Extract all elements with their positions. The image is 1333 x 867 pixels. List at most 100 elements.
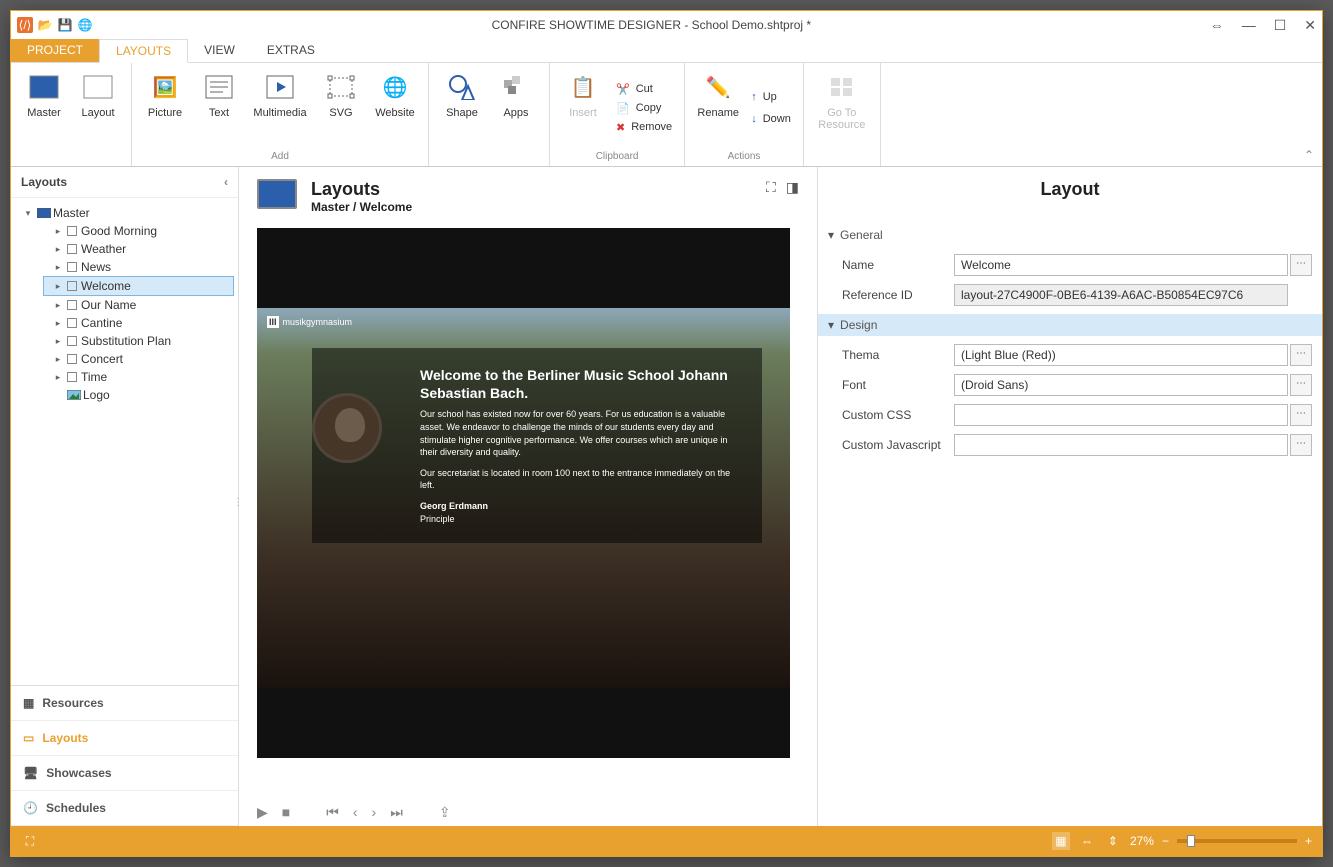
tree-root-master[interactable]: ▾ Master (15, 204, 234, 222)
tab-view[interactable]: VIEW (188, 39, 251, 62)
stop-icon[interactable]: ■ (282, 804, 290, 820)
ribbon-copy[interactable]: 📄Copy (612, 100, 676, 117)
tree-item-welcome[interactable]: ▸Welcome (43, 276, 234, 296)
checkbox-icon[interactable] (67, 372, 77, 382)
label-ref: Reference ID (842, 288, 954, 302)
status-grid-icon[interactable]: ▦ (1052, 832, 1070, 850)
tree-item-cantine[interactable]: ▸Cantine (43, 314, 234, 332)
first-icon[interactable]: ⏮ (326, 804, 339, 821)
ribbon-remove[interactable]: ✖Remove (612, 119, 676, 136)
ribbon-picture[interactable]: 🖼️Picture (140, 67, 190, 149)
ribbon-cut[interactable]: ✂️Cut (612, 81, 676, 98)
ribbon-master[interactable]: Master (19, 67, 69, 149)
ribbon-apps[interactable]: Apps (491, 67, 541, 149)
expand-icon[interactable]: ▸ (53, 318, 63, 329)
name-more-button[interactable]: ⋯ (1290, 254, 1312, 276)
maximize-icon[interactable]: ☐ (1274, 17, 1287, 34)
scene-p1: Our school has existed now for over 60 y… (420, 408, 744, 458)
ribbon-collapse-icon[interactable]: ⌃ (1304, 148, 1314, 162)
sidebar-collapse-icon[interactable]: ‹ (224, 175, 228, 189)
expand-icon[interactable]: ▸ (53, 354, 63, 365)
css-more-button[interactable]: ⋯ (1290, 404, 1312, 426)
checkbox-icon[interactable] (67, 336, 77, 346)
tree-item-weather[interactable]: ▸Weather (43, 240, 234, 258)
expand-icon[interactable]: ▸ (53, 262, 63, 273)
ribbon-text[interactable]: Text (194, 67, 244, 149)
ribbon-multimedia[interactable]: Multimedia (248, 67, 312, 149)
tree-item-concert[interactable]: ▸Concert (43, 350, 234, 368)
tree-item-logo[interactable]: Logo (43, 386, 234, 404)
section-general[interactable]: ▾General (818, 224, 1322, 246)
input-font[interactable] (954, 374, 1288, 396)
expand-icon[interactable]: ▸ (53, 226, 63, 237)
preview-canvas[interactable]: IIImusikgymnasium Welcome to the Berline… (257, 228, 790, 758)
checkbox-icon[interactable] (67, 262, 77, 272)
ribbon-down[interactable]: ↓Down (747, 111, 795, 127)
input-thema[interactable] (954, 344, 1288, 366)
down-icon: ↓ (751, 113, 757, 125)
status-fit-width-icon[interactable]: ⇔ (1078, 832, 1096, 850)
ribbon-svg[interactable]: SVG (316, 67, 366, 149)
input-js[interactable] (954, 434, 1288, 456)
status-bar: ⛶ ▦ ⇔ ⇕ 27% − + (11, 826, 1322, 856)
nav-schedules[interactable]: 🕘Schedules (11, 791, 238, 826)
checkbox-icon[interactable] (67, 354, 77, 364)
thema-more-button[interactable]: ⋯ (1290, 344, 1312, 366)
nav-showcases[interactable]: 🖥Showcases (11, 756, 238, 791)
tree-item-time[interactable]: ▸Time (43, 368, 234, 386)
tree-item-substitution-plan[interactable]: ▸Substitution Plan (43, 332, 234, 350)
zoom-out-icon[interactable]: − (1162, 834, 1169, 848)
ribbon-rename[interactable]: ✏️Rename (693, 67, 743, 149)
input-css[interactable] (954, 404, 1288, 426)
ribbon-up[interactable]: ↑Up (747, 89, 795, 105)
globe-icon[interactable]: 🌐 (77, 17, 93, 33)
close-icon[interactable]: ✕ (1304, 17, 1316, 34)
ribbon-layout[interactable]: Layout (73, 67, 123, 149)
checkbox-icon[interactable] (67, 281, 77, 291)
expand-icon[interactable]: ▸ (53, 336, 63, 347)
section-design[interactable]: ▾Design (818, 314, 1322, 336)
tree-item-news[interactable]: ▸News (43, 258, 234, 276)
prev-icon[interactable]: ‹ (353, 804, 358, 820)
status-expand-icon[interactable]: ⛶ (21, 832, 39, 850)
ribbon-website[interactable]: 🌐Website (370, 67, 420, 149)
expand-icon[interactable]: ▸ (53, 244, 63, 255)
tab-project[interactable]: PROJECT (11, 39, 99, 62)
expand-icon[interactable]: ▾ (23, 208, 33, 219)
input-name[interactable] (954, 254, 1288, 276)
status-fit-height-icon[interactable]: ⇕ (1104, 832, 1122, 850)
ribbon-group-add: Add (140, 149, 420, 164)
font-more-button[interactable]: ⋯ (1290, 374, 1312, 396)
person-icon[interactable]: ⇪ (439, 804, 451, 821)
chevron-down-icon: ▾ (828, 228, 834, 242)
tab-extras[interactable]: EXTRAS (251, 39, 331, 62)
checkbox-icon[interactable] (67, 244, 77, 254)
nav-layouts[interactable]: ▭Layouts (11, 721, 238, 756)
checkbox-icon[interactable] (67, 318, 77, 328)
next-icon[interactable]: › (372, 804, 377, 820)
tree-item-our-name[interactable]: ▸Our Name (43, 296, 234, 314)
checkbox-icon[interactable] (67, 226, 77, 236)
tree-item-good-morning[interactable]: ▸Good Morning (43, 222, 234, 240)
save-icon[interactable]: 💾 (57, 17, 73, 33)
zoom-slider[interactable] (1177, 839, 1297, 843)
js-more-button[interactable]: ⋯ (1290, 434, 1312, 456)
splitter-handle[interactable]: ⋮ (233, 497, 243, 508)
minimize-icon[interactable]: — (1242, 17, 1256, 34)
fit-icon[interactable]: ⇔ (1210, 17, 1224, 34)
play-icon[interactable]: ▶ (257, 804, 268, 821)
ribbon-shape[interactable]: Shape (437, 67, 487, 149)
fullscreen-icon[interactable]: ⛶ (766, 179, 776, 196)
tab-layouts[interactable]: LAYOUTS (99, 39, 188, 63)
expand-icon[interactable]: ▸ (53, 300, 63, 311)
open-icon[interactable]: 📂 (37, 17, 53, 33)
zoom-in-icon[interactable]: + (1305, 834, 1312, 848)
layout-tree: ▾ Master ▸Good Morning▸Weather▸News▸Welc… (11, 198, 238, 685)
layout-icon: ▭ (23, 731, 34, 745)
nav-resources[interactable]: ▦Resources (11, 686, 238, 721)
checkbox-icon[interactable] (67, 300, 77, 310)
expand-icon[interactable]: ▸ (53, 281, 63, 292)
expand-icon[interactable]: ▸ (53, 372, 63, 383)
last-icon[interactable]: ⏭ (390, 804, 403, 821)
split-icon[interactable]: ◨ (786, 179, 799, 196)
